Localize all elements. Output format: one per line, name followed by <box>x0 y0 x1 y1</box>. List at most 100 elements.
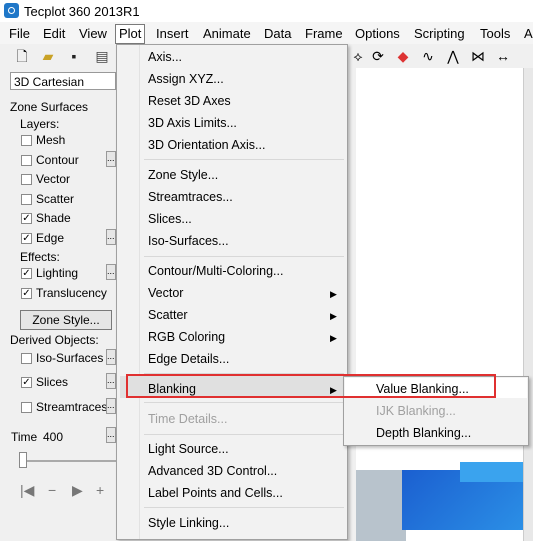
menu-separator <box>144 402 344 403</box>
menu-plot[interactable]: Plot <box>115 24 146 44</box>
submenu-item-depth-blanking[interactable]: Depth Blanking... <box>376 426 471 440</box>
wave-icon[interactable]: ∿ <box>420 48 436 64</box>
zoom-icon[interactable]: ⋀ <box>445 48 461 64</box>
submenu-arrow-icon: ▶ <box>330 311 337 321</box>
streamtraces-label: Streamtraces <box>36 400 108 414</box>
menu-options[interactable]: Options <box>355 26 400 41</box>
shade-checkbox[interactable]: ✓ <box>21 213 32 224</box>
menu-separator <box>144 507 344 508</box>
edge-label: Edge <box>36 231 65 245</box>
3d-surface-gray <box>356 470 406 541</box>
menu-item-advanced-3d-control[interactable]: Advanced 3D Control... <box>148 464 277 478</box>
shade-label: Shade <box>36 211 71 225</box>
time-slider-track <box>20 460 116 462</box>
menu-icon-gutter <box>117 45 140 539</box>
translucency-label: Translucency <box>36 286 107 300</box>
menu-item-3d-axis-limits[interactable]: 3D Axis Limits... <box>148 116 237 130</box>
effects-label: Effects: <box>20 250 60 264</box>
iso-surfaces-label: Iso-Surfaces <box>36 351 104 365</box>
open-folder-icon[interactable]: ▰ <box>40 48 56 64</box>
translate-icon[interactable]: ↔ <box>495 48 511 64</box>
edge-checkbox[interactable]: ✓ <box>21 233 32 244</box>
3d-cube-icon[interactable]: ◆ <box>395 48 411 64</box>
menu-view[interactable]: View <box>79 26 107 41</box>
menu-frame[interactable]: Frame <box>305 26 343 41</box>
streamtraces-checkbox[interactable] <box>21 402 32 413</box>
plot-type-select[interactable]: 3D Cartesian <box>10 72 116 90</box>
3d-surface-light-blue <box>460 462 523 482</box>
menu-item-slices[interactable]: Slices... <box>148 212 192 226</box>
window-title: Tecplot 360 2013R1 <box>24 4 140 19</box>
menu-edit[interactable]: Edit <box>43 26 65 41</box>
time-label: Time <box>11 430 38 444</box>
vector-label: Vector <box>36 172 71 186</box>
menu-item-style-linking[interactable]: Style Linking... <box>148 516 229 530</box>
layers-label: Layers: <box>20 117 60 131</box>
vertical-scrollbar[interactable] <box>523 68 533 541</box>
vector-checkbox[interactable] <box>21 174 32 185</box>
slice-icon[interactable]: ⋈ <box>470 48 486 64</box>
menu-item-edge-details[interactable]: Edge Details... <box>148 352 229 366</box>
menu-tools[interactable]: Tools <box>480 26 510 41</box>
menu-item-reset-3d-axes[interactable]: Reset 3D Axes <box>148 94 231 108</box>
iso-surfaces-checkbox[interactable] <box>21 353 32 364</box>
menu-item-light-source[interactable]: Light Source... <box>148 442 229 456</box>
contour-checkbox[interactable] <box>21 155 32 166</box>
submenu-arrow-icon: ▶ <box>330 333 337 343</box>
rotate-icon[interactable]: ⟳ <box>370 48 386 64</box>
lighting-checkbox[interactable]: ✓ <box>21 268 32 279</box>
zone-surfaces-label: Zone Surfaces <box>10 100 89 114</box>
contour-label: Contour <box>36 153 79 167</box>
menu-scripting[interactable]: Scripting <box>414 26 465 41</box>
menu-item-axis[interactable]: Axis... <box>148 50 182 64</box>
lighting-details-button[interactable]: ... <box>106 264 116 280</box>
first-frame-icon[interactable]: |◀ <box>20 482 34 499</box>
menu-separator <box>144 159 344 160</box>
streamtraces-details-button[interactable]: ... <box>106 398 116 414</box>
menu-item-contour-multi-coloring[interactable]: Contour/Multi-Coloring... <box>148 264 283 278</box>
menu-item-3d-orientation-axis[interactable]: 3D Orientation Axis... <box>148 138 265 152</box>
annotation-highlight-box <box>126 374 496 398</box>
menu-separator <box>144 434 344 435</box>
tecplot-logo-icon <box>4 3 19 18</box>
print-icon[interactable]: ▤ <box>94 48 110 64</box>
menu-animate[interactable]: Animate <box>203 26 251 41</box>
slices-checkbox[interactable]: ✓ <box>21 377 32 388</box>
menu-item-streamtraces[interactable]: Streamtraces... <box>148 190 233 204</box>
menu-more[interactable]: A <box>524 26 533 41</box>
step-back-icon[interactable]: − <box>48 482 56 498</box>
menu-item-vector[interactable]: Vector <box>148 286 183 300</box>
derived-objects-label: Derived Objects: <box>10 333 99 347</box>
translucency-checkbox[interactable]: ✓ <box>21 288 32 299</box>
menu-file[interactable]: File <box>9 26 30 41</box>
probe-icon[interactable]: ⟡ <box>350 48 366 64</box>
save-icon[interactable]: ▪ <box>66 48 82 64</box>
contour-details-button[interactable]: ... <box>106 151 116 167</box>
mesh-label: Mesh <box>36 133 66 147</box>
menu-insert[interactable]: Insert <box>156 26 189 41</box>
menu-separator <box>144 256 344 257</box>
slices-details-button[interactable]: ... <box>106 373 116 389</box>
menu-item-label-points-and-cells[interactable]: Label Points and Cells... <box>148 486 283 500</box>
menu-item-zone-style[interactable]: Zone Style... <box>148 168 218 182</box>
edge-details-button[interactable]: ... <box>106 229 116 245</box>
menu-data[interactable]: Data <box>264 26 291 41</box>
new-icon[interactable]: 🗋 <box>14 48 30 64</box>
menu-item-assign-xyz[interactable]: Assign XYZ... <box>148 72 224 86</box>
slices-label: Slices <box>36 375 69 389</box>
submenu-arrow-icon: ▶ <box>330 289 337 299</box>
menu-item-iso-surfaces[interactable]: Iso-Surfaces... <box>148 234 229 248</box>
time-slider-thumb[interactable] <box>19 452 27 468</box>
submenu-item-ijk-blanking: IJK Blanking... <box>376 404 456 418</box>
menu-item-rgb-coloring[interactable]: RGB Coloring <box>148 330 225 344</box>
zone-style-button[interactable]: Zone Style... <box>20 310 112 330</box>
menu-item-scatter[interactable]: Scatter <box>148 308 188 322</box>
step-forward-icon[interactable]: + <box>96 482 104 498</box>
menu-item-time-details: Time Details... <box>148 412 228 426</box>
lighting-label: Lighting <box>36 266 79 280</box>
iso-surfaces-details-button[interactable]: ... <box>106 349 116 365</box>
play-icon[interactable]: ▶ <box>72 482 83 499</box>
time-details-button[interactable]: ... <box>106 427 116 443</box>
scatter-checkbox[interactable] <box>21 194 32 205</box>
mesh-checkbox[interactable] <box>21 135 32 146</box>
